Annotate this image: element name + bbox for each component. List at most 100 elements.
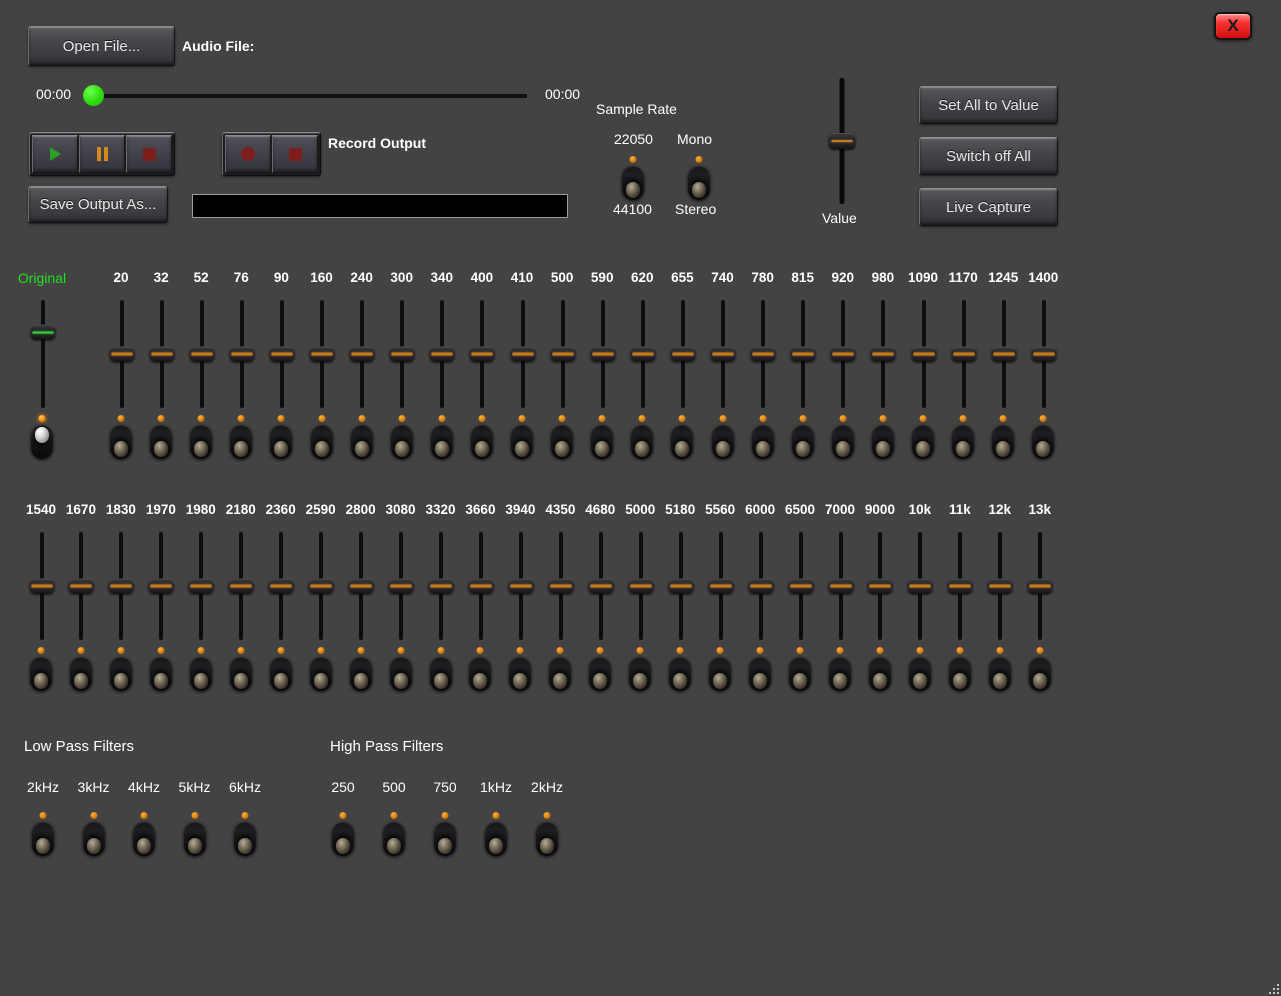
eq-band-slider[interactable] [670, 300, 695, 408]
eq-band-slider[interactable] [1031, 300, 1056, 408]
eq-band-slider[interactable] [229, 532, 254, 640]
eq-band-slider[interactable] [1028, 532, 1053, 640]
eq-band-toggle[interactable] [469, 647, 491, 691]
eq-band-toggle[interactable] [869, 647, 891, 691]
slider-thumb[interactable] [390, 347, 415, 362]
slider-thumb[interactable] [670, 347, 695, 362]
eq-band-toggle[interactable] [350, 647, 372, 691]
slider-thumb[interactable] [69, 579, 94, 594]
slider-thumb[interactable] [791, 347, 816, 362]
live-capture-button[interactable]: Live Capture [919, 188, 1058, 226]
eq-band-slider[interactable] [429, 532, 454, 640]
slider-thumb[interactable] [1028, 579, 1053, 594]
sample-rate-toggle[interactable] [622, 156, 644, 200]
slider-thumb[interactable] [751, 347, 776, 362]
eq-band-toggle[interactable] [1032, 415, 1054, 459]
eq-band-slider[interactable] [668, 532, 693, 640]
slider-thumb[interactable] [911, 347, 936, 362]
eq-band-toggle[interactable] [872, 415, 894, 459]
eq-band-slider[interactable] [871, 300, 896, 408]
slider-thumb[interactable] [588, 579, 613, 594]
output-path-input[interactable] [192, 194, 568, 218]
slider-thumb[interactable] [389, 579, 414, 594]
eq-band-toggle[interactable] [792, 415, 814, 459]
eq-band-slider[interactable] [628, 532, 653, 640]
eq-band-toggle[interactable] [551, 415, 573, 459]
slider-thumb[interactable] [948, 579, 973, 594]
slider-thumb[interactable] [628, 579, 653, 594]
low-pass-filter-toggle[interactable] [83, 812, 105, 856]
slider-thumb[interactable] [668, 579, 693, 594]
eq-band-toggle[interactable] [230, 415, 252, 459]
slider-thumb[interactable] [310, 347, 335, 362]
slider-thumb[interactable] [508, 579, 533, 594]
pause-button[interactable] [79, 135, 125, 173]
eq-band-slider[interactable] [389, 532, 414, 640]
eq-band-slider[interactable] [831, 300, 856, 408]
slider-thumb[interactable] [788, 579, 813, 594]
eq-band-toggle[interactable] [591, 415, 613, 459]
eq-band-slider[interactable] [189, 300, 214, 408]
slider-thumb[interactable] [468, 579, 493, 594]
slider-thumb[interactable] [350, 347, 375, 362]
slider-thumb[interactable] [430, 347, 455, 362]
low-pass-filter-toggle[interactable] [133, 812, 155, 856]
eq-band-toggle[interactable] [629, 647, 651, 691]
eq-band-slider[interactable] [349, 532, 374, 640]
eq-band-toggle[interactable] [589, 647, 611, 691]
eq-band-toggle[interactable] [270, 647, 292, 691]
slider-thumb[interactable] [708, 579, 733, 594]
eq-band-slider[interactable] [189, 532, 214, 640]
eq-band-toggle[interactable] [390, 647, 412, 691]
eq-band-slider[interactable] [269, 300, 294, 408]
eq-band-toggle[interactable] [310, 647, 332, 691]
slider-thumb[interactable] [149, 579, 174, 594]
close-button[interactable]: X [1214, 12, 1252, 40]
eq-band-toggle[interactable] [669, 647, 691, 691]
eq-band-toggle[interactable] [631, 415, 653, 459]
eq-band-toggle[interactable] [190, 647, 212, 691]
save-output-button[interactable]: Save Output As... [28, 186, 168, 223]
record-stop-button[interactable] [272, 135, 318, 173]
slider-thumb[interactable] [189, 347, 214, 362]
slider-thumb[interactable] [30, 325, 55, 340]
slider-thumb[interactable] [269, 347, 294, 362]
eq-band-slider[interactable] [908, 532, 933, 640]
eq-band-slider[interactable] [550, 300, 575, 408]
eq-band-slider[interactable] [868, 532, 893, 640]
eq-band-toggle[interactable] [909, 647, 931, 691]
high-pass-filter-toggle[interactable] [383, 812, 405, 856]
eq-band-slider[interactable] [269, 532, 294, 640]
eq-band-slider[interactable] [310, 300, 335, 408]
eq-band-toggle[interactable] [1029, 647, 1051, 691]
eq-band-toggle[interactable] [471, 415, 493, 459]
slider-thumb[interactable] [510, 347, 535, 362]
eq-band-toggle[interactable] [150, 647, 172, 691]
timeline-rail[interactable] [102, 94, 527, 98]
slider-thumb[interactable] [109, 579, 134, 594]
slider-thumb[interactable] [988, 579, 1013, 594]
slider-thumb[interactable] [828, 579, 853, 594]
eq-band-slider[interactable] [991, 300, 1016, 408]
eq-band-toggle[interactable] [70, 647, 92, 691]
eq-band-toggle[interactable] [110, 415, 132, 459]
eq-band-toggle[interactable] [949, 647, 971, 691]
eq-band-toggle[interactable] [351, 415, 373, 459]
eq-band-toggle[interactable] [749, 647, 771, 691]
eq-band-slider[interactable] [468, 532, 493, 640]
eq-band-slider[interactable] [791, 300, 816, 408]
eq-band-slider[interactable] [470, 300, 495, 408]
open-file-button[interactable]: Open File... [28, 26, 175, 66]
eq-band-toggle[interactable] [832, 415, 854, 459]
eq-band-slider[interactable] [708, 532, 733, 640]
slider-thumb[interactable] [1031, 347, 1056, 362]
eq-band-slider[interactable] [508, 532, 533, 640]
eq-band-slider[interactable] [630, 300, 655, 408]
eq-band-slider[interactable] [951, 300, 976, 408]
eq-band-slider[interactable] [548, 532, 573, 640]
low-pass-filter-toggle[interactable] [184, 812, 206, 856]
eq-band-slider[interactable] [430, 300, 455, 408]
eq-band-toggle[interactable] [430, 647, 452, 691]
slider-thumb[interactable] [590, 347, 615, 362]
eq-band-slider[interactable] [309, 532, 334, 640]
